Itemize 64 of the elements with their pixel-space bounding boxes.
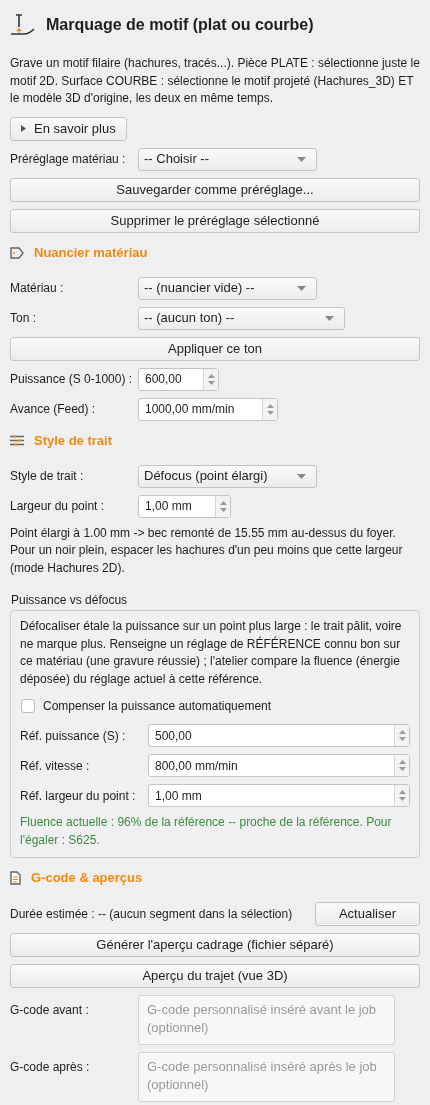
dropdown[interactable]: -- (aucun ton) --	[138, 306, 345, 330]
group-title: Puissance vs défocus	[10, 592, 129, 609]
number-field[interactable]: 1,00 mm	[138, 494, 231, 518]
field-label: Avance (Feed) :	[10, 401, 97, 418]
field-label: Réf. largeur du point :	[20, 787, 137, 805]
caret-icon	[297, 285, 306, 291]
laser-icon	[10, 14, 36, 36]
caret-icon	[325, 315, 334, 321]
estimate-text: Durée estimée : -- (aucun segment dans la sélection)	[10, 906, 293, 923]
up-arrow-icon[interactable]	[207, 373, 215, 378]
up-arrow-icon[interactable]	[266, 403, 274, 408]
action-button[interactable]: Sauvegarder comme préréglage...	[10, 177, 420, 202]
field-label: Préréglage matériau :	[10, 151, 127, 168]
action-button[interactable]: Supprimer le préréglage sélectionné	[10, 208, 420, 233]
down-arrow-icon[interactable]	[266, 410, 274, 415]
sliders-icon	[10, 435, 24, 446]
description-text: Grave un motif filaire (hachures, tracés...). Pièce PLATE : sélectionne juste le motif 2D. Surface COURBE : sélectionne le motif projeté (Hachures_3D) ET le modèle 3D d'origine, les deux en même temps.	[10, 55, 420, 107]
description-text: Point élargi à 1.00 mm -> bec remonté de 15.55 mm au-dessus du foyer. Pour un noir plein, espacer les hachures d'un peu moins que cette largeur (mode Hachures 2D).	[10, 524, 404, 577]
panel-title: Marquage de motif (plat ou courbe)	[46, 15, 314, 35]
document-icon	[10, 871, 21, 885]
number-field[interactable]: 1000,00 mm/min	[138, 397, 278, 421]
checkbox-label: Compenser la puissance automatiquement	[43, 698, 272, 715]
caret-icon	[297, 473, 306, 479]
action-button[interactable]: Aperçu du trajet (vue 3D)	[10, 964, 420, 988]
expand-button[interactable]: En savoir plus	[10, 116, 127, 141]
action-button[interactable]: Générer l'aperçu cadrage (fichier séparé)	[10, 933, 420, 957]
number-field[interactable]: 500,00	[148, 724, 410, 747]
caret-icon	[21, 125, 26, 132]
refresh-button[interactable]: Actualiser	[315, 902, 420, 926]
section-heading: Style de trait	[34, 431, 113, 450]
field-label: Style de trait :	[10, 468, 85, 485]
down-arrow-icon[interactable]	[219, 507, 227, 512]
up-arrow-icon[interactable]	[219, 500, 227, 505]
up-arrow-icon[interactable]	[398, 730, 406, 734]
description-text: Défocaliser étale la puissance sur un point plus large : le trait pâlit, voire ne marque plus. Renseigne un réglage de RÉFÉRENCE connu bon sur ce matériau (une gravure réussie) ; l'atelier compare la fluence (énergie déposée) du réglage actuel à cette référence.	[20, 618, 403, 688]
dropdown[interactable]: Défocus (point élargi)	[138, 464, 317, 488]
text-area[interactable]: G-code personnalisé inséré avant le job (optionnel)	[138, 995, 395, 1045]
field-label: G-code après :	[10, 1059, 91, 1076]
action-button[interactable]: Appliquer ce ton	[10, 336, 420, 361]
field-label: Réf. puissance (S) :	[20, 727, 127, 745]
section-heading: G-code & aperçus	[31, 869, 143, 888]
dropdown[interactable]: -- (nuancier vide) --	[138, 276, 317, 300]
text-area[interactable]: G-code personnalisé inséré après le job (optionnel)	[138, 1052, 395, 1102]
down-arrow-icon[interactable]	[207, 380, 215, 385]
down-arrow-icon[interactable]	[398, 737, 406, 741]
down-arrow-icon[interactable]	[398, 767, 406, 771]
tag-icon	[10, 246, 24, 259]
field-label: G-code avant :	[10, 1002, 90, 1019]
field-label: Matériau :	[10, 280, 65, 297]
down-arrow-icon[interactable]	[398, 797, 406, 801]
caret-icon	[297, 156, 306, 162]
field-label: Ton :	[10, 310, 37, 327]
field-label: Puissance (S 0-1000) :	[10, 371, 134, 388]
up-arrow-icon[interactable]	[398, 760, 406, 764]
number-field[interactable]: 1,00 mm	[148, 784, 410, 807]
number-field[interactable]: 800,00 mm/min	[148, 754, 410, 777]
up-arrow-icon[interactable]	[398, 790, 406, 794]
number-field[interactable]: 600,00	[138, 367, 219, 391]
dropdown[interactable]: -- Choisir --	[138, 147, 317, 171]
field-label: Largeur du point :	[10, 498, 106, 515]
checkbox[interactable]	[21, 699, 35, 713]
status-text: Fluence actuelle : 96% de la référence -- proche de la référence. Pour l'égaler : S625.	[20, 814, 393, 849]
field-label: Réf. vitesse :	[20, 757, 91, 775]
section-heading: Nuancier matériau	[34, 243, 148, 262]
